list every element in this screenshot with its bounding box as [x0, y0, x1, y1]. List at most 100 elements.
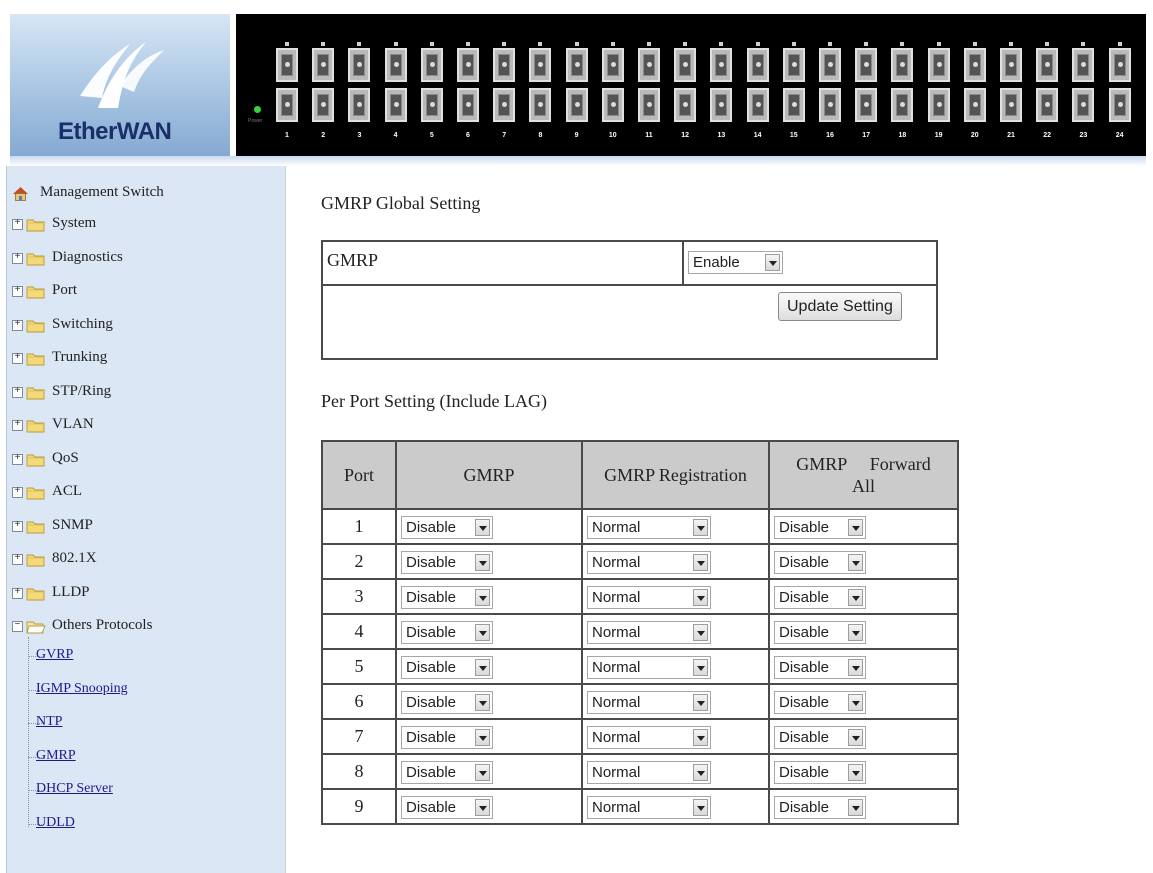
registration-select[interactable]: Normal [587, 516, 711, 539]
column-header-registration: GMRP Registration [581, 440, 770, 510]
forward-all-select[interactable]: Disable [774, 691, 866, 714]
column-header-gmrp: GMRP [395, 440, 583, 510]
gmrp-select[interactable]: Disable [401, 551, 493, 574]
gmrp-label: GMRP [327, 250, 379, 270]
gmrp-select[interactable]: Disable [401, 691, 493, 714]
table-row: 5 Disable Normal Disable [321, 648, 959, 685]
panel-port: 19 [927, 42, 950, 139]
port-socket-icon [782, 88, 805, 122]
expand-icon[interactable]: + [12, 520, 23, 532]
sidebar-link-label[interactable]: GMRP [36, 748, 76, 764]
port-socket-icon [384, 88, 407, 122]
registration-select[interactable]: Normal [587, 586, 711, 609]
sidebar-item-label: ACL [52, 483, 82, 499]
gmrp-select[interactable]: Disable [401, 516, 493, 539]
main-content: GMRP Global Setting GMRP Enable Update S… [287, 166, 1153, 873]
registration-select[interactable]: Normal [587, 726, 711, 749]
expand-icon[interactable]: + [12, 319, 23, 331]
chevron-down-icon [475, 659, 490, 676]
forward-all-select[interactable]: Disable [774, 516, 866, 539]
port-socket-icon [420, 88, 443, 122]
expand-icon[interactable]: + [12, 554, 23, 565]
port-number: 16 [826, 132, 834, 139]
gmrp-select[interactable]: Disable [401, 621, 493, 644]
forward-all-select[interactable]: Disable [774, 726, 866, 749]
registration-select[interactable]: Normal [587, 796, 711, 819]
chevron-down-icon [693, 554, 708, 571]
forward-all-select[interactable]: Disable [774, 761, 866, 784]
port-socket-icon [457, 88, 479, 122]
folder-icon [26, 418, 46, 433]
panel-port: 22 [1036, 42, 1059, 139]
expand-icon[interactable]: + [12, 353, 23, 364]
port-socket-icon [710, 88, 733, 122]
port-number: 22 [1043, 132, 1052, 139]
port-socket-icon [963, 88, 986, 122]
panel-port: 15 [782, 42, 805, 139]
gmrp-select[interactable]: Disable [401, 586, 493, 609]
registration-select[interactable]: Normal [587, 691, 711, 714]
sidebar-item-label: STP/Ring [52, 382, 112, 399]
port-socket-icon [638, 88, 660, 122]
sidebar-item-label: Switching [52, 315, 113, 332]
panel-port: 10 [601, 42, 624, 139]
gmrp-select[interactable]: Disable [401, 761, 493, 784]
chevron-down-icon [848, 729, 863, 746]
registration-select[interactable]: Normal [587, 656, 711, 679]
expand-icon[interactable]: + [12, 587, 23, 599]
expand-icon[interactable]: + [12, 252, 23, 264]
port-socket-icon [1072, 88, 1095, 122]
port-number: 19 [934, 132, 943, 139]
port-socket-icon [746, 48, 769, 82]
forward-all-select[interactable]: Disable [774, 796, 866, 819]
port-number: 11 [645, 132, 653, 139]
collapse-icon[interactable]: − [12, 621, 23, 632]
sidebar-link-label[interactable]: IGMP Snooping [36, 681, 128, 697]
expand-icon[interactable]: + [12, 420, 23, 431]
sidebar-link-label[interactable]: NTP [36, 714, 62, 730]
port-number-cell: 1 [321, 508, 397, 545]
gmrp-select[interactable]: Disable [401, 726, 493, 749]
folder-icon [26, 485, 46, 500]
sidebar-link-label[interactable]: GVRP [36, 647, 73, 663]
expand-icon[interactable]: + [12, 453, 23, 465]
sidebar-link-label[interactable]: DHCP Server [36, 781, 113, 797]
expand-icon[interactable]: + [12, 286, 23, 297]
update-setting-button[interactable]: Update Setting [778, 292, 902, 321]
port-number: 8 [538, 132, 543, 139]
folder-icon [26, 217, 46, 232]
gmrp-global-select[interactable]: Enable [688, 251, 783, 274]
port-socket-icon [855, 88, 878, 122]
sidebar-link-label[interactable]: UDLD [36, 815, 75, 831]
registration-select[interactable]: Normal [587, 761, 711, 784]
registration-select[interactable]: Normal [587, 551, 711, 574]
gmrp-select[interactable]: Disable [401, 796, 493, 819]
registration-select[interactable]: Normal [587, 621, 711, 644]
port-socket-icon [638, 48, 660, 82]
expand-icon[interactable]: + [12, 487, 23, 498]
table-row: 7 Disable Normal Disable [321, 718, 959, 755]
expand-icon[interactable]: + [12, 219, 23, 230]
port-socket-icon [276, 48, 298, 82]
forward-all-select[interactable]: Disable [774, 586, 866, 609]
gmrp-select[interactable]: Disable [401, 656, 493, 679]
port-socket-icon [855, 48, 878, 82]
expand-icon[interactable]: + [12, 386, 23, 398]
panel-port: 24 [1108, 42, 1131, 139]
panel-port: 18 [891, 42, 914, 139]
tree-root-label: Management Switch [40, 184, 164, 200]
forward-all-select[interactable]: Disable [774, 551, 866, 574]
panel-port: 11 [638, 42, 660, 139]
sidebar-item-label: QoS [52, 449, 79, 466]
port-number-cell: 6 [321, 683, 397, 720]
forward-all-select[interactable]: Disable [774, 621, 866, 644]
folder-icon [26, 385, 46, 400]
port-socket-icon [529, 88, 552, 122]
port-socket-icon [674, 48, 697, 82]
port-socket-icon [891, 48, 914, 82]
table-row: 6 Disable Normal Disable [321, 683, 959, 720]
port-socket-icon [963, 48, 986, 82]
table-row: 8 Disable Normal Disable [321, 753, 959, 790]
port-socket-icon [529, 48, 552, 82]
forward-all-select[interactable]: Disable [774, 656, 866, 679]
